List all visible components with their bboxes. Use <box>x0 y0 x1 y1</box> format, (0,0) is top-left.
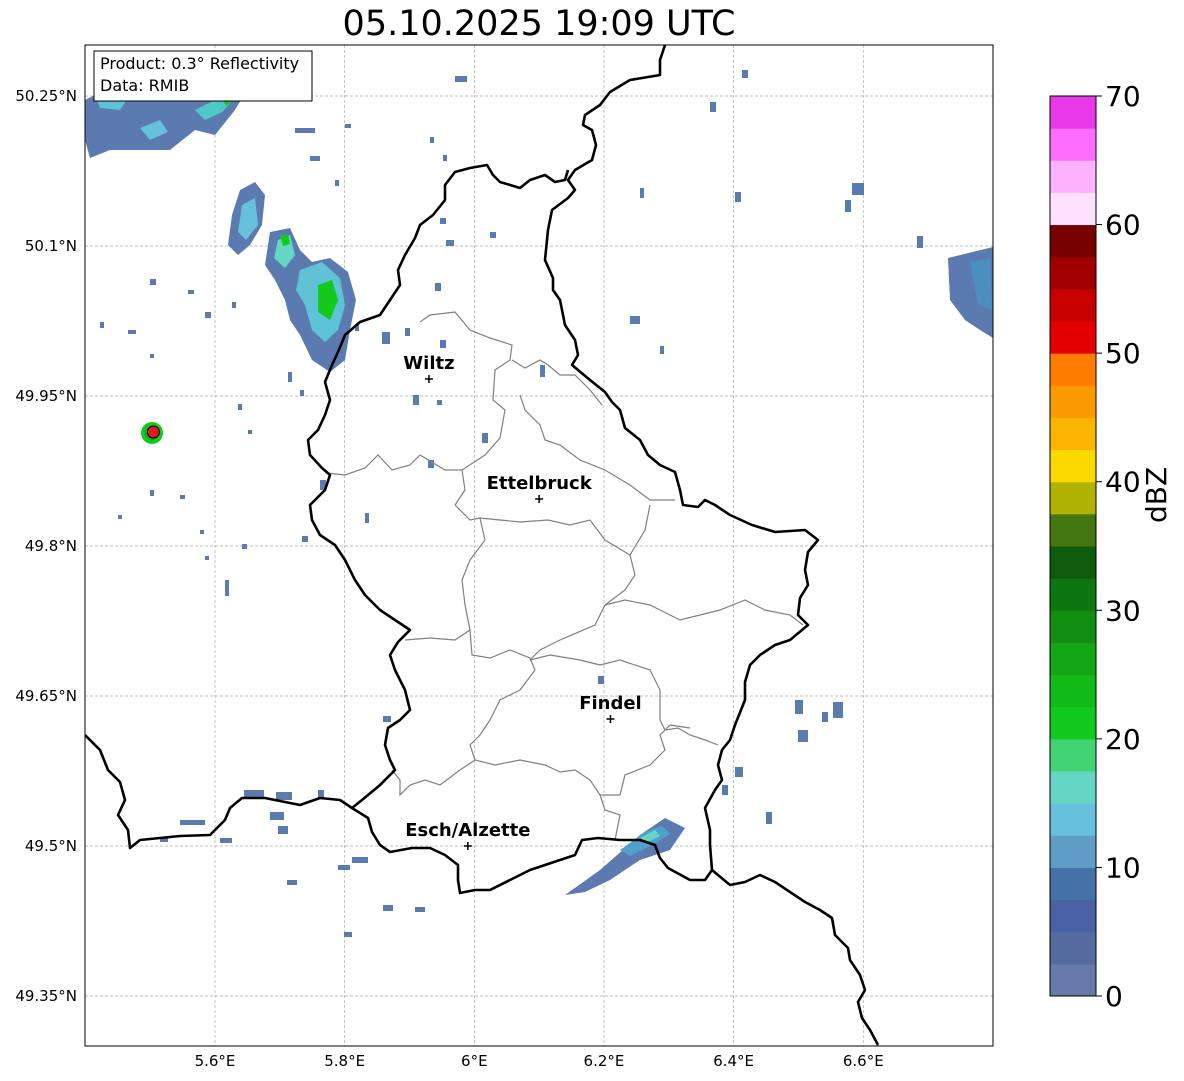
lon-tick-label: 6.2°E <box>584 1052 625 1070</box>
colorbar-segment <box>1050 578 1096 611</box>
colorbar-segment <box>1050 610 1096 643</box>
colorbar-segment <box>1050 835 1096 868</box>
canton-borders <box>326 311 804 841</box>
lat-tick-label: 49.65°N <box>15 687 77 705</box>
colorbar-segment <box>1050 481 1096 515</box>
colorbar-segment <box>1050 224 1096 258</box>
lon-tick-label: 6°E <box>461 1052 488 1070</box>
colorbar-tick-label: 50 <box>1105 337 1141 370</box>
colorbar-segment <box>1050 513 1096 547</box>
colorbar-segment <box>1050 738 1096 772</box>
colorbar-tick-label: 60 <box>1105 209 1141 242</box>
lon-tick-labels: 5.6°E 5.8°E 6°E 6.2°E 6.4°E 6.6°E <box>195 1052 884 1070</box>
city-marker: Esch/Alzette <box>405 820 530 850</box>
city-marker: Ettelbruck <box>487 473 593 503</box>
city-label: Esch/Alzette <box>405 820 530 841</box>
border-de-fr <box>711 869 880 1046</box>
colorbar-segment <box>1050 449 1096 483</box>
lat-tick-label: 50.25°N <box>15 87 77 105</box>
colorbar-segment <box>1050 706 1096 740</box>
graticule <box>85 45 993 1046</box>
lat-tick-label: 49.8°N <box>25 537 77 555</box>
colorbar-segment <box>1050 899 1096 933</box>
city-marker: Findel <box>579 693 642 723</box>
product-label: Product: 0.3° Reflectivity <box>100 54 299 73</box>
colorbar-segment <box>1050 963 1096 997</box>
colorbar-segment <box>1050 128 1096 161</box>
lon-tick-label: 6.4°E <box>713 1052 754 1070</box>
colorbar-tick-label: 40 <box>1105 466 1141 499</box>
colorbar-segment <box>1050 867 1096 901</box>
city-label: Wiltz <box>403 353 454 374</box>
radar-map: WiltzEttelbruckFindelEsch/Alzette 5.6°E 5… <box>15 44 1141 1070</box>
colorbar-segment <box>1050 353 1096 386</box>
colorbar-segment <box>1050 642 1096 676</box>
echo-south-band <box>565 818 685 895</box>
colorbar-segment <box>1050 385 1096 418</box>
radar-site-marker <box>146 425 160 439</box>
colorbar-tick-label: 0 <box>1105 980 1123 1013</box>
lon-tick-label: 5.8°E <box>324 1052 365 1070</box>
colorbar-ticks: 0 10 20 30 40 50 60 70 <box>1096 80 1141 1013</box>
colorbar-label: dBZ <box>1140 466 1173 523</box>
map-frame <box>84 44 994 1047</box>
info-box: Product: 0.3° Reflectivity Data: RMIB <box>93 50 313 102</box>
lat-tick-labels: 50.25°N 50.1°N 49.95°N 49.8°N 49.65°N 49.5°N 4… <box>15 87 77 1005</box>
colorbar-segment <box>1050 674 1096 708</box>
colorbar-segment <box>1050 546 1096 579</box>
colorbar <box>1049 95 1097 997</box>
colorbar-tick-label: 20 <box>1105 723 1141 756</box>
city-label: Ettelbruck <box>487 473 593 494</box>
border-lux <box>306 45 820 895</box>
border-be-fr <box>85 734 353 850</box>
lat-tick-label: 49.95°N <box>15 387 77 405</box>
city-marker: Wiltz <box>403 353 455 383</box>
colorbar-segment <box>1050 771 1096 804</box>
colorbar-segment <box>1050 256 1096 290</box>
echo-speckles <box>100 70 923 937</box>
colorbar-segment <box>1050 288 1096 322</box>
lat-tick-label: 49.5°N <box>25 837 77 855</box>
colorbar-segment <box>1050 931 1096 965</box>
lon-tick-label: 6.6°E <box>843 1052 884 1070</box>
colorbar-segment <box>1050 417 1096 451</box>
city-layer: Wiltz Ettelbruck Findel Esch/Alzette <box>403 353 642 850</box>
colorbar-segment <box>1050 321 1096 354</box>
colorbar-tick-label: 10 <box>1105 851 1141 884</box>
colorbar-segment <box>1050 192 1096 226</box>
colorbar-segment <box>1050 160 1096 193</box>
data-source-label: Data: RMIB <box>100 76 189 95</box>
city-label: Findel <box>579 693 642 714</box>
colorbar-segment <box>1050 96 1096 129</box>
lat-tick-label: 50.1°N <box>25 237 77 255</box>
colorbar-tick-label: 30 <box>1105 594 1141 627</box>
colorbar-segment <box>1050 803 1096 836</box>
lat-tick-label: 49.35°N <box>15 987 77 1005</box>
colorbar-tick-label: 70 <box>1105 80 1141 113</box>
lon-tick-label: 5.6°E <box>195 1052 236 1070</box>
